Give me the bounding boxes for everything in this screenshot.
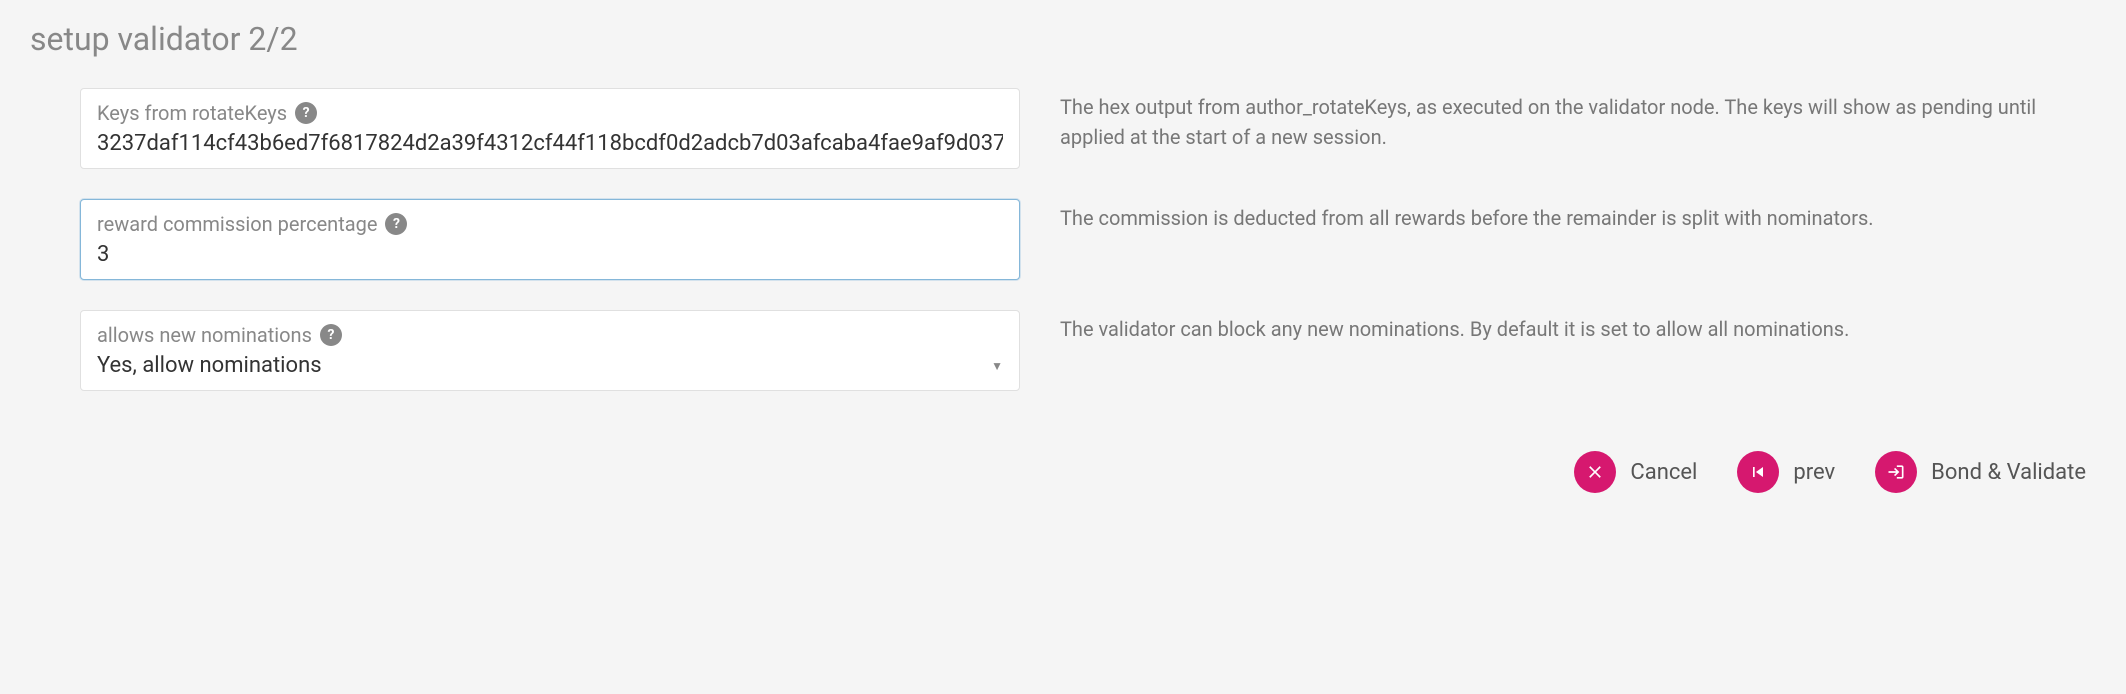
help-icon[interactable]: ? (295, 102, 317, 124)
dropdown-value-row: Yes, allow nominations ▼ (97, 353, 1003, 378)
commission-description: The commission is deducted from all rewa… (1060, 199, 2096, 233)
help-icon[interactable]: ? (320, 324, 342, 346)
step-backward-icon (1737, 451, 1779, 493)
keys-label-text: Keys from rotateKeys (97, 101, 287, 125)
bond-validate-button[interactable]: Bond & Validate (1875, 451, 2086, 493)
nominations-label: allows new nominations ? (97, 323, 1003, 347)
keys-input-group[interactable]: Keys from rotateKeys ? (80, 88, 1020, 169)
keys-description: The hex output from author_rotateKeys, a… (1060, 88, 2096, 152)
keys-row: Keys from rotateKeys ? The hex output fr… (80, 88, 2096, 169)
button-row: Cancel prev Bond & Validate (80, 451, 2096, 493)
caret-down-icon: ▼ (991, 359, 1003, 373)
nominations-value: Yes, allow nominations (97, 353, 322, 378)
commission-row: reward commission percentage ? The commi… (80, 199, 2096, 280)
nominations-dropdown[interactable]: allows new nominations ? Yes, allow nomi… (80, 310, 1020, 391)
nominations-label-text: allows new nominations (97, 323, 312, 347)
sign-in-icon (1875, 451, 1917, 493)
commission-label-text: reward commission percentage (97, 212, 377, 236)
page-title: setup validator 2/2 (30, 20, 2096, 58)
bond-validate-button-label: Bond & Validate (1931, 460, 2086, 485)
keys-input[interactable] (97, 131, 1003, 156)
prev-button-label: prev (1793, 460, 1835, 485)
nominations-description: The validator can block any new nominati… (1060, 310, 2096, 344)
close-icon (1574, 451, 1616, 493)
help-icon[interactable]: ? (385, 213, 407, 235)
cancel-button-label: Cancel (1630, 460, 1697, 485)
keys-label: Keys from rotateKeys ? (97, 101, 1003, 125)
commission-input-group[interactable]: reward commission percentage ? (80, 199, 1020, 280)
cancel-button[interactable]: Cancel (1574, 451, 1697, 493)
nominations-row: allows new nominations ? Yes, allow nomi… (80, 310, 2096, 391)
form-container: Keys from rotateKeys ? The hex output fr… (30, 88, 2096, 493)
prev-button[interactable]: prev (1737, 451, 1835, 493)
commission-label: reward commission percentage ? (97, 212, 1003, 236)
commission-input[interactable] (97, 242, 1003, 267)
